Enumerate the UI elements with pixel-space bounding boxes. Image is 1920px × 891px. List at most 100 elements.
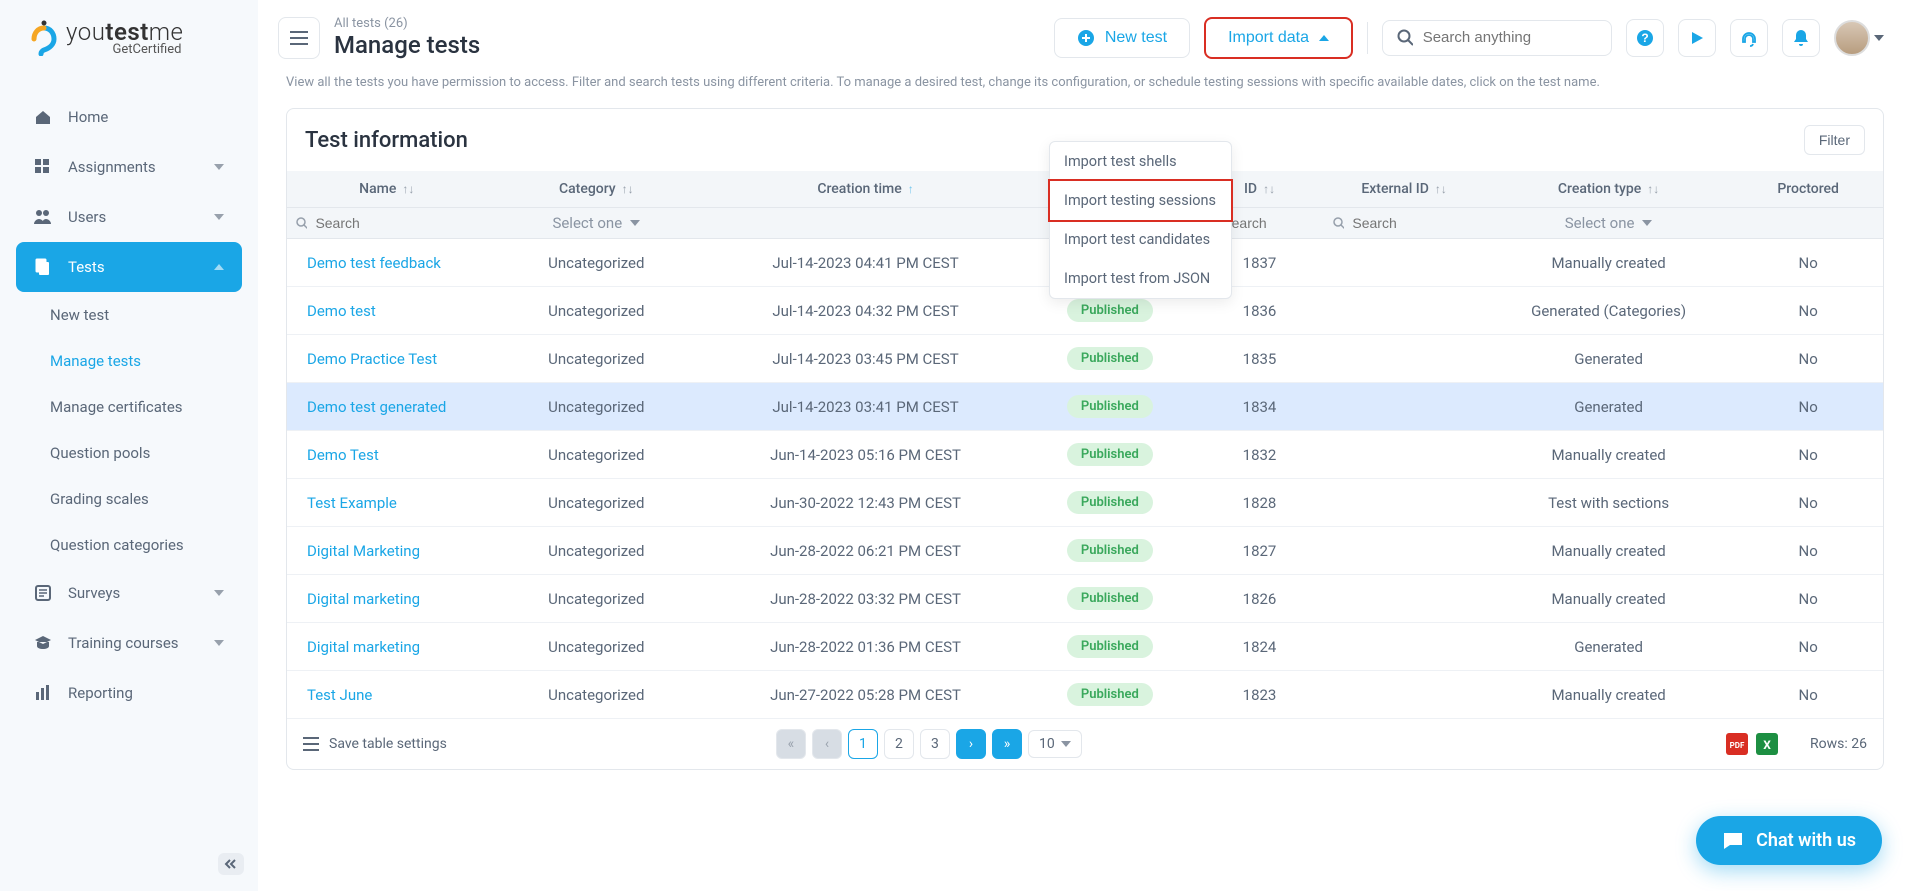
- user-menu[interactable]: [1834, 20, 1884, 56]
- play-button[interactable]: [1678, 19, 1716, 57]
- filter-search[interactable]: [295, 215, 479, 231]
- filter-input[interactable]: [1222, 215, 1316, 231]
- col-header-proctored[interactable]: Proctored: [1733, 171, 1883, 208]
- breadcrumb[interactable]: All tests (26): [334, 16, 480, 31]
- sidebar-sub-grading-scales[interactable]: Grading scales: [16, 476, 242, 522]
- nav-label: Tests: [68, 258, 105, 276]
- cell-type: Manually created: [1484, 431, 1733, 479]
- nav-label: Training courses: [68, 634, 179, 652]
- svg-text:?: ?: [1641, 31, 1648, 45]
- sidebar-item-tests[interactable]: Tests: [16, 242, 242, 292]
- logo[interactable]: youtestme GetCertified: [0, 18, 258, 57]
- dropdown-item-import-testing-sessions[interactable]: Import testing sessions: [1048, 179, 1233, 222]
- global-search-input[interactable]: [1423, 29, 1597, 46]
- col-header-creation-time[interactable]: Creation time↑: [706, 171, 1025, 208]
- cell-time: Jun-28-2022 03:32 PM CEST: [706, 575, 1025, 623]
- col-header-name[interactable]: Name↑↓: [287, 171, 487, 208]
- cell-time: Jun-30-2022 12:43 PM CEST: [706, 479, 1025, 527]
- plus-circle-icon: [1077, 29, 1095, 47]
- status-badge: Published: [1067, 347, 1153, 370]
- page-first: «: [776, 729, 806, 759]
- col-header-category[interactable]: Category↑↓: [487, 171, 707, 208]
- cell-proctored: No: [1733, 623, 1883, 671]
- test-link[interactable]: Demo test: [307, 302, 376, 320]
- table-row: Test ExampleUncategorizedJun-30-2022 12:…: [287, 479, 1883, 527]
- test-link[interactable]: Demo test generated: [307, 398, 446, 416]
- sidebar-item-assignments[interactable]: Assignments: [16, 142, 242, 192]
- chevron-down-icon: [1642, 220, 1652, 226]
- dropdown-item-import-test-from-json[interactable]: Import test from JSON: [1050, 259, 1231, 298]
- col-header-external-id[interactable]: External ID↑↓: [1324, 171, 1484, 208]
- notifications-button[interactable]: [1782, 19, 1820, 57]
- excel-export-icon[interactable]: X: [1756, 733, 1778, 755]
- users-icon: [34, 208, 52, 226]
- col-header-creation-type[interactable]: Creation type↑↓: [1484, 171, 1733, 208]
- global-search[interactable]: [1382, 20, 1612, 56]
- pdf-export-icon[interactable]: PDF: [1726, 733, 1748, 755]
- headset-icon: [1740, 29, 1758, 47]
- help-button[interactable]: ?: [1626, 19, 1664, 57]
- chat-widget[interactable]: Chat with us: [1696, 816, 1882, 865]
- cell-type: Manually created: [1484, 575, 1733, 623]
- test-link[interactable]: Digital marketing: [307, 590, 420, 608]
- filter-select[interactable]: Select one: [495, 214, 699, 232]
- filter-search[interactable]: [1332, 215, 1476, 231]
- sidebar-item-training-courses[interactable]: Training courses: [16, 618, 242, 668]
- cell-time: Jun-28-2022 01:36 PM CEST: [706, 623, 1025, 671]
- status-badge: Published: [1067, 491, 1153, 514]
- cell-external-id: [1324, 383, 1484, 431]
- cell-external-id: [1324, 671, 1484, 719]
- test-link[interactable]: Digital Marketing: [307, 542, 420, 560]
- collapse-sidebar-button[interactable]: [218, 853, 244, 875]
- sidebar-item-users[interactable]: Users: [16, 192, 242, 242]
- page-2[interactable]: 2: [884, 729, 914, 759]
- sidebar-sub-manage-tests[interactable]: Manage tests: [16, 338, 242, 384]
- cell-category: Uncategorized: [487, 575, 707, 623]
- test-link[interactable]: Test June: [307, 686, 372, 704]
- sort-icon: ↑: [908, 182, 914, 196]
- test-link[interactable]: Demo Test: [307, 446, 379, 464]
- chat-label: Chat with us: [1756, 830, 1856, 851]
- test-link[interactable]: Test Example: [307, 494, 397, 512]
- filter-input[interactable]: [315, 215, 478, 231]
- sidebar-sub-new-test[interactable]: New test: [16, 292, 242, 338]
- filter-select[interactable]: Select one: [1492, 214, 1725, 232]
- sidebar-item-home[interactable]: Home: [16, 92, 242, 142]
- dropdown-item-import-test-candidates[interactable]: Import test candidates: [1050, 220, 1231, 259]
- page-next[interactable]: ›: [956, 729, 986, 759]
- sidebar-sub-question-categories[interactable]: Question categories: [16, 522, 242, 568]
- cell-time: Jul-14-2023 03:45 PM CEST: [706, 335, 1025, 383]
- menu-toggle-button[interactable]: [278, 17, 320, 59]
- page-1[interactable]: 1: [848, 729, 878, 759]
- save-settings-label: Save table settings: [329, 736, 447, 752]
- test-link[interactable]: Demo test feedback: [307, 254, 441, 272]
- import-data-label: Import data: [1228, 29, 1309, 47]
- new-test-button[interactable]: New test: [1054, 18, 1190, 58]
- test-link[interactable]: Digital marketing: [307, 638, 420, 656]
- status-badge: Published: [1067, 299, 1153, 322]
- per-page-select[interactable]: 10: [1028, 730, 1082, 758]
- test-link[interactable]: Demo Practice Test: [307, 350, 437, 368]
- list-icon: [303, 737, 319, 751]
- sort-icon: ↑↓: [402, 182, 414, 196]
- status-badge: Published: [1067, 395, 1153, 418]
- logo-sub: GetCertified: [66, 42, 181, 57]
- search-icon: [1397, 29, 1413, 47]
- support-button[interactable]: [1730, 19, 1768, 57]
- cell-proctored: No: [1733, 239, 1883, 287]
- chevron-down-icon: [1874, 35, 1884, 41]
- page-3[interactable]: 3: [920, 729, 950, 759]
- chevron-down-icon: [1061, 741, 1071, 747]
- filter-input[interactable]: [1352, 215, 1476, 231]
- sidebar-sub-manage-certificates[interactable]: Manage certificates: [16, 384, 242, 430]
- sidebar-item-reporting[interactable]: Reporting: [16, 668, 242, 718]
- import-data-button[interactable]: Import data: [1204, 17, 1353, 59]
- page-last[interactable]: »: [992, 729, 1022, 759]
- filter-button[interactable]: Filter: [1804, 125, 1865, 155]
- sidebar-sub-question-pools[interactable]: Question pools: [16, 430, 242, 476]
- save-table-settings[interactable]: Save table settings: [303, 736, 447, 752]
- sidebar-item-surveys[interactable]: Surveys: [16, 568, 242, 618]
- pagination: «‹123›»10: [776, 729, 1082, 759]
- dropdown-item-import-test-shells[interactable]: Import test shells: [1050, 142, 1231, 181]
- status-badge: Published: [1067, 683, 1153, 706]
